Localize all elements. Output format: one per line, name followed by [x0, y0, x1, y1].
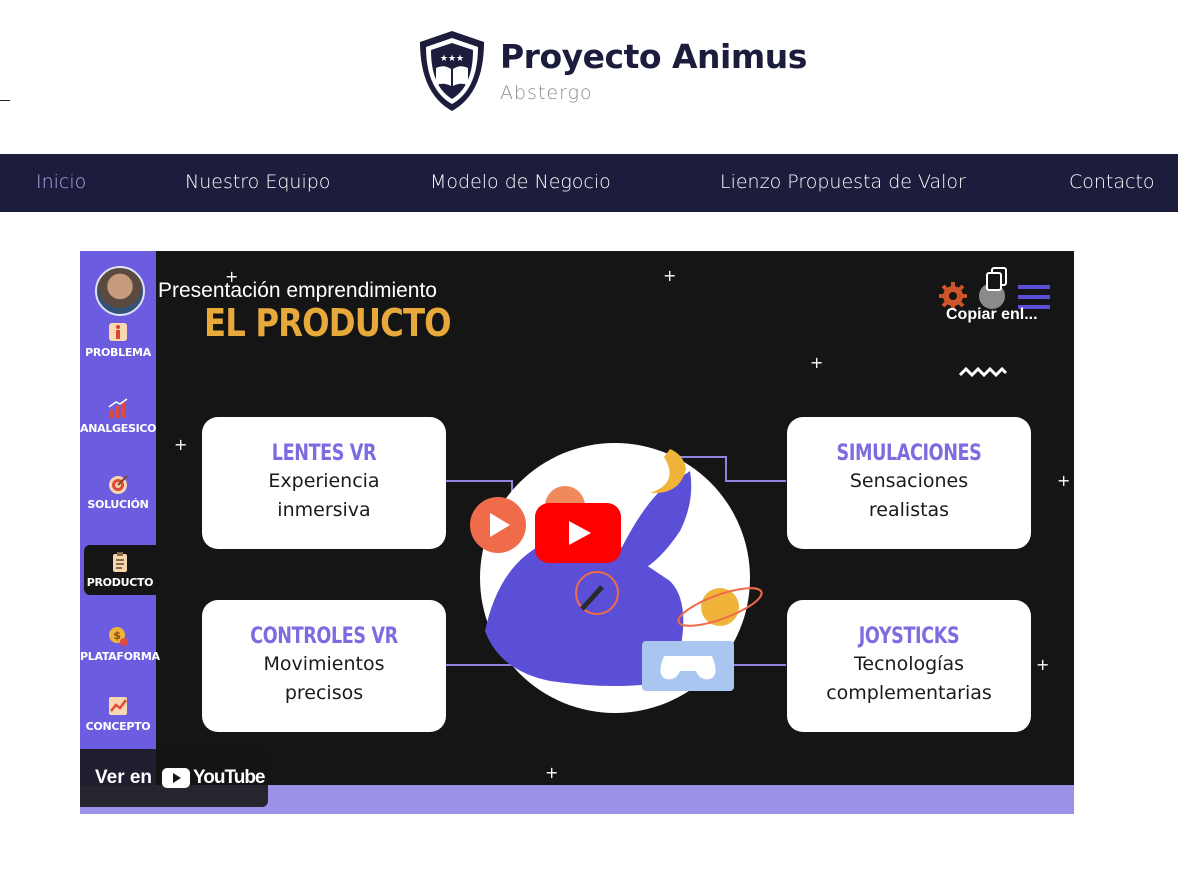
- svg-text:★★★: ★★★: [440, 54, 464, 64]
- brand[interactable]: ★★★ Proyecto Animus Abstergo: [416, 28, 807, 114]
- header-divider: [0, 100, 10, 101]
- decor-plus: +: [1057, 471, 1071, 490]
- nav-item-contacto[interactable]: Contacto: [1069, 171, 1155, 193]
- decor-plus: +: [225, 267, 239, 286]
- feature-card-controles-vr: CONTROLES VR Movimientos precisos: [202, 600, 446, 732]
- site-subtitle: Abstergo: [500, 82, 593, 104]
- copy-icon[interactable]: [985, 267, 1009, 293]
- feature-card-lentes-vr: LENTES VR Experiencia inmersiva: [202, 417, 446, 549]
- decor-plus: +: [1036, 655, 1050, 674]
- decor-plus: +: [810, 353, 824, 372]
- watch-on-label: Ver en: [95, 767, 153, 788]
- nav-item-nuestro-equipo[interactable]: Nuestro Equipo: [185, 171, 330, 193]
- nav-item-modelo-de-negocio[interactable]: Modelo de Negocio: [430, 171, 611, 193]
- shield-book-icon: ★★★: [420, 31, 484, 111]
- youtube-logo: YouTube: [162, 767, 266, 789]
- nav-item-inicio[interactable]: Inicio: [36, 171, 86, 193]
- youtube-embed[interactable]: PROBLEMA ANALGESICO SOLUCIÓN PRODUCTO $ …: [80, 251, 1074, 814]
- decor-plus: +: [174, 435, 188, 454]
- feature-card-joysticks: JOYSTICKS Tecnologías complementarias: [787, 600, 1031, 732]
- youtube-play-button[interactable]: [535, 503, 621, 563]
- youtube-icon: [162, 768, 191, 788]
- nav-item-lienzo[interactable]: Lienzo Propuesta de Valor: [720, 171, 966, 193]
- decor-plus: +: [545, 763, 559, 782]
- watch-on-youtube-button[interactable]: Ver en YouTube: [80, 749, 268, 807]
- feature-card-simulaciones: SIMULACIONES Sensaciones realistas: [787, 417, 1031, 549]
- copy-link-label[interactable]: Copiar enl...: [946, 306, 1038, 324]
- main-nav: Inicio Nuestro Equipo Modelo de Negocio …: [0, 154, 1178, 212]
- site-title: Proyecto Animus: [500, 37, 807, 76]
- decor-plus: +: [663, 266, 677, 285]
